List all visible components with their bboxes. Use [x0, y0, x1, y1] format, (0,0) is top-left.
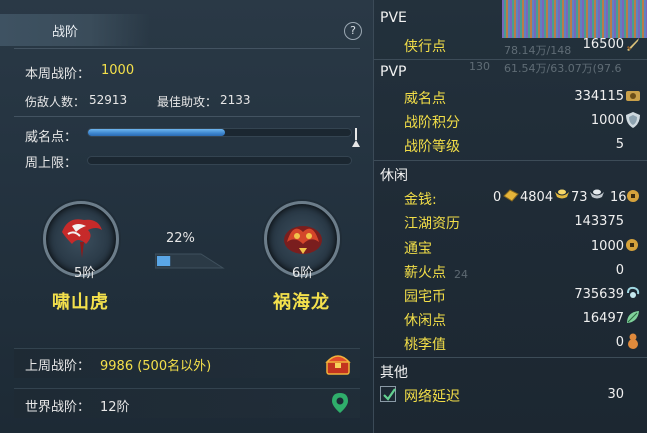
- injured-label: 伤敌人数：: [25, 95, 86, 109]
- current-rank-name: 啸山虎: [52, 292, 109, 313]
- current-rank-level: 5阶: [74, 266, 96, 281]
- stats-divider: [14, 116, 360, 117]
- last-week-label: 上周战阶：: [25, 359, 91, 374]
- section-pvp-title: PVP: [380, 64, 407, 80]
- pvp-item-label: 战阶等级: [404, 139, 460, 155]
- rank-panel: 战阶 ? 本周战阶： 1000 伤敌人数： 52913 最佳助攻： 2133 威…: [0, 0, 374, 433]
- gold-ingot-icon: [503, 189, 519, 202]
- gold-tael-icon: [555, 189, 569, 199]
- best-assist-value: 2133: [220, 93, 251, 107]
- pvp-item-value: 5: [615, 137, 624, 152]
- prestige-bar: [87, 128, 352, 137]
- rank-progress-percent: 22%: [166, 231, 195, 246]
- leisure-item-label: 通宝: [404, 241, 432, 257]
- weekly-cap-label: 周上限：: [25, 156, 78, 171]
- currency-panel: 78.14万/148 130 61.54万/63.07万(97.6 24 PVE…: [374, 0, 647, 433]
- section-pve-title: PVE: [380, 10, 407, 26]
- cap-marker-icon: [352, 128, 360, 147]
- leisure-item-label: 园宅币: [404, 289, 446, 305]
- weekly-rank-value: 1000: [101, 63, 135, 78]
- leisure-item-label: 江湖资历: [404, 216, 460, 232]
- prestige-icon: [626, 91, 640, 101]
- leaf-icon: [627, 311, 639, 323]
- sword-icon: [626, 38, 639, 51]
- leisure-item-value: 0: [615, 335, 624, 350]
- leisure-item-value: 143375: [574, 214, 624, 229]
- header-divider: [14, 48, 360, 49]
- tab-rank[interactable]: 战阶: [0, 14, 150, 46]
- money-label: 金钱:: [404, 192, 437, 208]
- leisure-item-label: 休闲点: [404, 313, 446, 329]
- dragon-emblem-icon: [284, 226, 322, 254]
- prestige-bar-fill: [88, 129, 225, 136]
- world-rank-value: 12阶: [100, 400, 130, 415]
- silver-tael-icon: [590, 189, 604, 199]
- background-faded-text: 61.54万/63.07万(97.6: [504, 62, 622, 75]
- section-divider: [374, 160, 647, 161]
- leisure-item-value: 1000: [590, 239, 624, 254]
- gourd-icon: [628, 333, 638, 349]
- leisure-item-label: 薪火点: [404, 265, 446, 281]
- next-rank-level: 6阶: [292, 266, 314, 281]
- money-value-gold: 0: [493, 190, 502, 205]
- last-week-value: 9986 (500名以外): [100, 359, 212, 374]
- pvp-item-value: 1000: [590, 113, 624, 128]
- rank-progress-bar: [155, 253, 225, 269]
- background-faded-text: 78.14万/148: [504, 44, 572, 57]
- network-latency-label: 网络延迟: [404, 389, 460, 405]
- money-value-copper: 73: [571, 190, 588, 205]
- section-other-title: 其他: [380, 365, 408, 381]
- section-divider: [374, 357, 647, 358]
- help-button[interactable]: ?: [344, 22, 362, 40]
- network-latency-checkbox[interactable]: [380, 386, 396, 402]
- treasure-chest-icon[interactable]: [325, 352, 351, 376]
- house-coin-icon: [627, 286, 640, 298]
- next-rank-name: 祸海龙: [273, 292, 330, 313]
- money-value-coin: 16: [610, 190, 627, 205]
- section-leisure-title: 休闲: [380, 168, 408, 184]
- pve-item-label: 侠行点: [404, 39, 446, 55]
- background-faded-text: 130: [469, 60, 490, 73]
- section-divider: [374, 59, 647, 60]
- leisure-item-value: 0: [615, 263, 624, 278]
- checkmark-icon: [383, 388, 396, 401]
- pvp-item-label: 威名点: [404, 91, 446, 107]
- background-game-strip: [502, 0, 647, 38]
- coin-icon: [626, 239, 638, 251]
- network-latency-value: 30: [607, 387, 624, 402]
- pve-item-value: 16500: [582, 37, 624, 52]
- copper-coin-icon: [627, 190, 639, 202]
- background-faded-text: 24: [454, 268, 468, 281]
- pvp-item-label: 战阶积分: [404, 115, 460, 131]
- weekly-rank-label: 本周战阶：: [25, 67, 91, 82]
- world-rank-label: 世界战阶：: [25, 400, 91, 415]
- injured-value: 52913: [89, 93, 128, 107]
- weekly-cap-bar: [87, 156, 352, 165]
- best-assist-label: 最佳助攻：: [157, 95, 218, 109]
- money-value-silver: 4804: [520, 190, 554, 205]
- pvp-item-value: 334115: [574, 89, 624, 104]
- tiger-emblem-icon: [62, 219, 102, 258]
- tab-rank-label: 战阶: [52, 25, 79, 40]
- leisure-item-label: 桃李值: [404, 337, 446, 353]
- leisure-item-value: 735639: [574, 287, 624, 302]
- location-pin-icon[interactable]: [331, 392, 349, 414]
- leisure-item-value: 16497: [582, 311, 624, 326]
- prestige-label: 威名点：: [25, 130, 78, 145]
- shield-icon: [626, 112, 640, 128]
